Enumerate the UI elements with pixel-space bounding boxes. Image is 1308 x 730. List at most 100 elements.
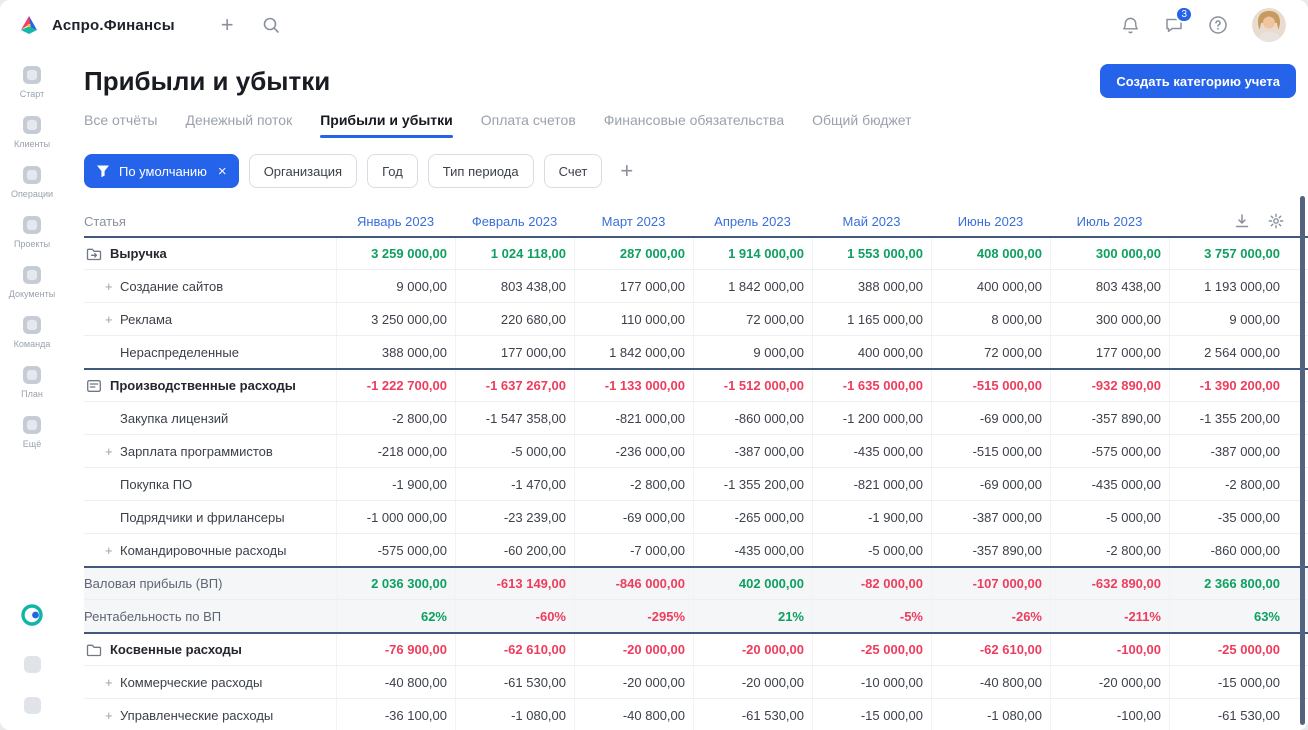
table-row[interactable]: Подрядчики и фрилансеры -1 000 000,00 -23 … (84, 500, 1308, 533)
help-icon[interactable] (1208, 15, 1228, 35)
table-row[interactable]: + Реклама 3 250 000,00 220 680,00 110 000,00… (84, 302, 1308, 335)
table-cell: 1 914 000,00 (693, 238, 812, 269)
vertical-scrollbar[interactable] (1300, 196, 1305, 725)
tab-general-budget[interactable]: Общий бюджет (812, 112, 911, 138)
table-row[interactable]: + Коммерческие расходы -40 800,00 -61 530,0… (84, 665, 1308, 698)
filter-chip-year[interactable]: Год (367, 154, 418, 188)
table-cell: 1 193 000,00 (1169, 270, 1288, 302)
expand-icon[interactable]: + (105, 543, 113, 558)
projects-icon (23, 216, 41, 234)
table-settings-gear-icon[interactable] (1268, 213, 1284, 229)
sidebar-item-clients[interactable]: Клиенты (9, 116, 55, 149)
app-name: Аспро.Финансы (52, 16, 175, 34)
column-header[interactable]: Февраль 2023 (455, 214, 574, 229)
column-header[interactable]: Май 2023 (812, 214, 931, 229)
column-header[interactable]: Январь 2023 (336, 214, 455, 229)
tab-financial-obligations[interactable]: Финансовые обязательства (604, 112, 784, 138)
table-row[interactable]: Покупка ПО -1 900,00 -1 470,00 -2 800,00 -1 … (84, 467, 1308, 500)
table-cell: -61 530,00 (455, 666, 574, 698)
tab-pnl[interactable]: Прибыли и убытки (320, 112, 453, 138)
tab-cash-flow[interactable]: Денежный поток (185, 112, 292, 138)
table-cell: -1 222 700,00 (336, 370, 455, 401)
row-label: + Коммерческие расходы (84, 675, 336, 690)
filter-clear-icon[interactable]: × (218, 164, 227, 179)
filter-default-chip[interactable]: По умолчанию × (84, 154, 239, 188)
clients-icon (23, 116, 41, 134)
expand-icon[interactable]: + (105, 675, 113, 690)
topbar-right: 3 (1121, 6, 1286, 42)
table-cell: 400 000,00 (812, 336, 931, 368)
table-cell: -1 635 000,00 (812, 370, 931, 401)
table-row[interactable]: + Создание сайтов 9 000,00 803 438,00 177 00… (84, 269, 1308, 302)
table-cell: -515 000,00 (931, 435, 1050, 467)
table-cell: 388 000,00 (336, 336, 455, 368)
expand-icon[interactable]: + (105, 708, 113, 723)
sidebar-item-projects[interactable]: Проекты (9, 216, 55, 249)
column-header[interactable]: Март 2023 (574, 214, 693, 229)
tab-all-reports[interactable]: Все отчёты (84, 112, 157, 138)
expand-icon[interactable]: + (105, 312, 113, 327)
month-headers: Январь 2023 Февраль 2023 Март 2023 Апрель 2… (336, 214, 1169, 229)
table-row[interactable]: + Командировочные расходы -575 000,00 -60 2… (84, 533, 1308, 566)
row-label-text: Валовая прибыль (ВП) (84, 576, 223, 591)
bottom-widget-icon-2[interactable] (23, 697, 41, 714)
table-row[interactable]: Рентабельность по ВП 62% -60% -295% 21% -5% -2… (84, 599, 1308, 632)
quick-add-icon[interactable]: + (221, 14, 234, 36)
column-header[interactable]: Июль 2023 (1050, 214, 1169, 229)
expand-icon[interactable]: + (105, 444, 113, 459)
table-cell: 63% (1169, 600, 1288, 632)
column-header[interactable]: Апрель 2023 (693, 214, 812, 229)
aspro-finance-logo-icon[interactable] (20, 603, 44, 632)
row-label: Косвенные расходы (84, 642, 336, 658)
sidebar-item-start[interactable]: Старт (9, 66, 55, 99)
table-row[interactable]: Косвенные расходы -76 900,00 -62 610,00 -20… (84, 632, 1308, 665)
bottom-widget-icon-1[interactable] (23, 656, 41, 673)
table-cell: -76 900,00 (336, 634, 455, 665)
tab-bill-payment[interactable]: Оплата счетов (481, 112, 576, 138)
table-cell: -15 000,00 (1169, 666, 1288, 698)
sidebar-item-team[interactable]: Команда (9, 316, 55, 349)
table-row[interactable]: Выручка 3 259 000,00 1 024 118,00 287 000,0… (84, 236, 1308, 269)
table-cell: -1 547 358,00 (455, 402, 574, 434)
user-avatar[interactable] (1252, 8, 1286, 42)
table-cell: -387 000,00 (693, 435, 812, 467)
search-icon[interactable] (262, 16, 280, 34)
expand-icon[interactable]: + (105, 279, 113, 294)
table-cell: -1 133 000,00 (574, 370, 693, 401)
table-cell: 177 000,00 (1050, 336, 1169, 368)
sidebar-item-documents[interactable]: Документы (9, 266, 55, 299)
download-icon[interactable] (1234, 213, 1250, 229)
page-title: Прибыли и убытки (84, 65, 331, 96)
row-label: Нераспределенные (84, 345, 336, 360)
table-cell: -1 512 000,00 (693, 370, 812, 401)
sidebar-item-operations[interactable]: Операции (9, 166, 55, 199)
column-header[interactable]: Июнь 2023 (931, 214, 1050, 229)
table-row[interactable]: Валовая прибыль (ВП) 2 036 300,00 -613 149… (84, 566, 1308, 599)
table-body: Выручка 3 259 000,00 1 024 118,00 287 000,0… (84, 236, 1308, 730)
table-cell: -575 000,00 (336, 534, 455, 566)
filter-chip-organization[interactable]: Организация (248, 154, 358, 188)
table-cell: -387 000,00 (1169, 435, 1288, 467)
table-cell: -36 100,00 (336, 699, 455, 730)
table-cell: -62 610,00 (455, 634, 574, 665)
table-row[interactable]: Нераспределенные 388 000,00 177 000,00 1 84… (84, 335, 1308, 368)
table-cell: -1 390 200,00 (1169, 370, 1288, 401)
filter-chip-account[interactable]: Счет (543, 154, 603, 188)
table-cell: -295% (574, 600, 693, 632)
notifications-bell-icon[interactable] (1121, 16, 1140, 35)
sidebar-item-more[interactable]: Ещё (9, 416, 55, 449)
table-row[interactable]: Закупка лицензий -2 800,00 -1 547 358,00 -8… (84, 401, 1308, 434)
table-cell: -357 890,00 (1050, 402, 1169, 434)
table-cell: -107 000,00 (931, 568, 1050, 599)
table-row[interactable]: + Управленческие расходы -36 100,00 -1 080,… (84, 698, 1308, 730)
create-category-button[interactable]: Создать категорию учета (1100, 64, 1296, 98)
chat-icon[interactable]: 3 (1164, 6, 1193, 35)
table-cell: 2 564 000,00 (1169, 336, 1288, 368)
filter-chip-period-type[interactable]: Тип периода (427, 154, 534, 188)
app-logo-icon[interactable] (16, 12, 42, 38)
add-filter-icon[interactable]: + (620, 160, 633, 182)
table-row[interactable]: + Зарплата программистов -218 000,00 -5 000… (84, 434, 1308, 467)
table-row[interactable]: Производственные расходы -1 222 700,00 -1 … (84, 368, 1308, 401)
sidebar-item-plan[interactable]: План (9, 366, 55, 399)
sidebar-item-label: Проекты (13, 239, 51, 249)
